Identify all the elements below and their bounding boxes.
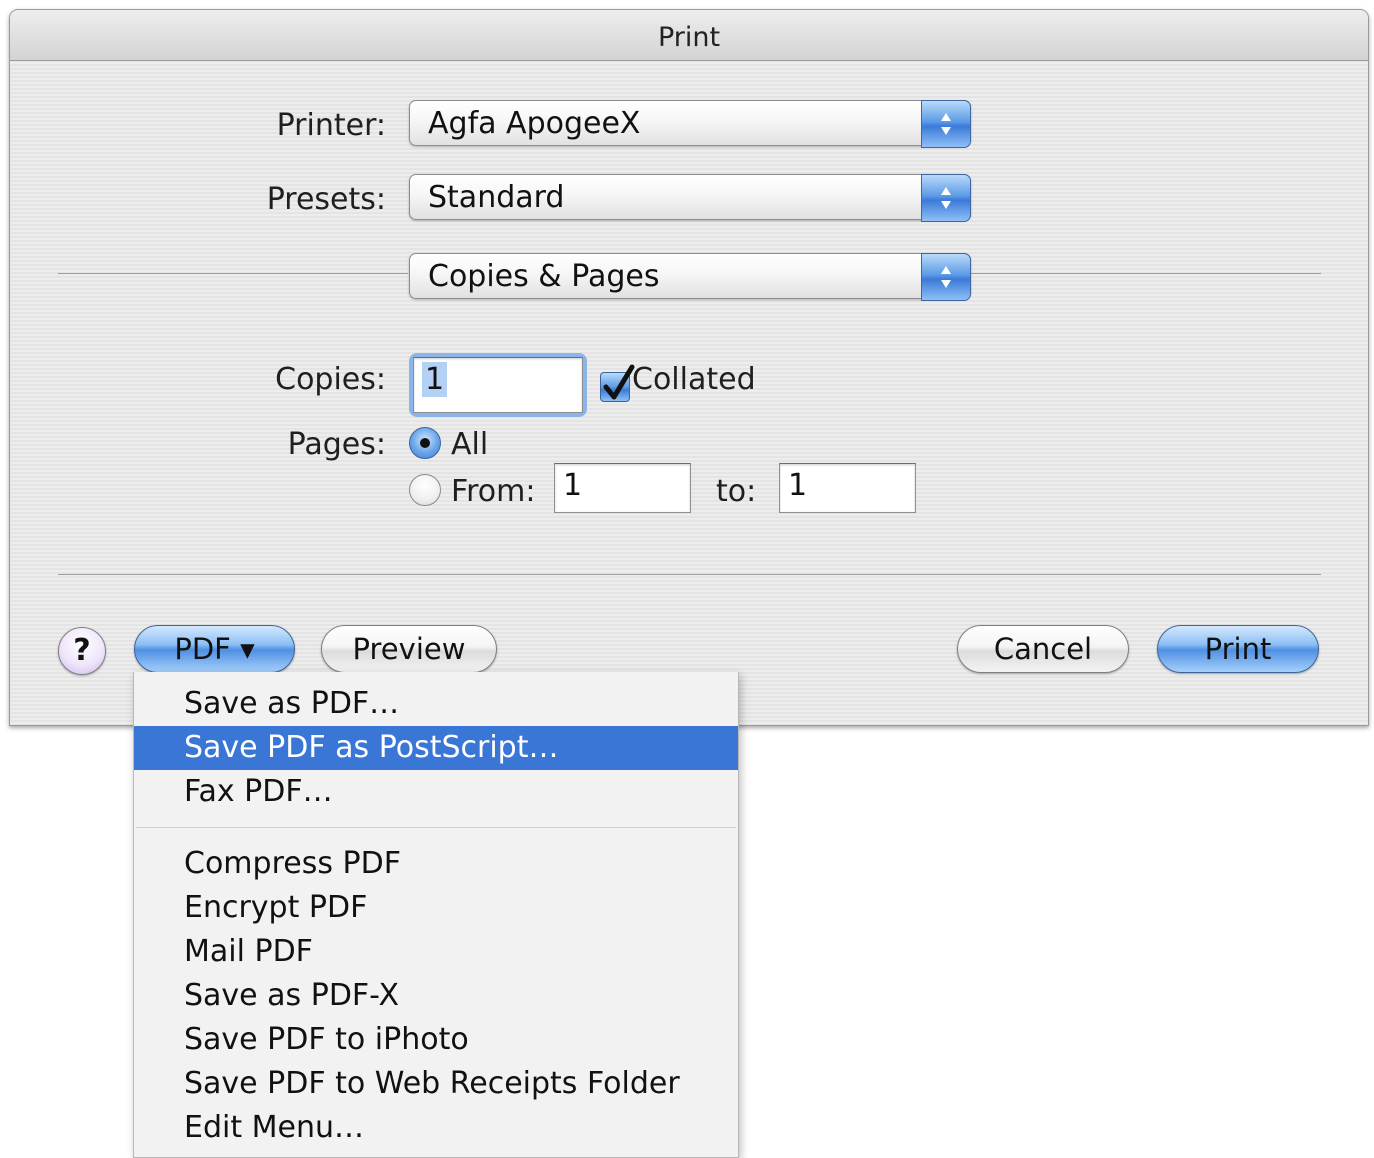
pdf-button[interactable]: PDF ▾ [134, 625, 295, 673]
presets-label: Presets: [266, 182, 386, 217]
copies-label: Copies: [275, 362, 386, 397]
menu-item-encrypt-pdf[interactable]: Encrypt PDF [134, 886, 738, 930]
print-button[interactable]: Print [1157, 625, 1319, 673]
printer-label: Printer: [276, 108, 386, 143]
pages-to-field[interactable]: 1 [779, 463, 916, 513]
printer-value: Agfa ApogeeX [428, 106, 641, 141]
panel-divider-right [971, 273, 1321, 274]
pages-all-radio[interactable] [409, 427, 441, 459]
window-title: Print [657, 22, 721, 53]
menu-item-fax-pdf[interactable]: Fax PDF… [134, 770, 738, 814]
pages-from-field[interactable]: 1 [554, 463, 691, 513]
bottom-divider [58, 574, 1321, 575]
collated-label: Collated [632, 362, 756, 397]
panel-popup[interactable]: Copies & Pages [409, 253, 971, 301]
popup-arrows-icon [921, 174, 971, 222]
panel-value: Copies & Pages [428, 259, 660, 294]
pages-from-label: From: [451, 474, 536, 509]
menu-item-compress-pdf[interactable]: Compress PDF [134, 842, 738, 886]
menu-item-save-pdf-to-iphoto[interactable]: Save PDF to iPhoto [134, 1018, 738, 1062]
menu-item-save-as-pdf-x[interactable]: Save as PDF-X [134, 974, 738, 1018]
presets-value: Standard [428, 180, 565, 215]
menu-separator [136, 827, 736, 828]
presets-popup[interactable]: Standard [409, 174, 971, 222]
pdf-menu: Save as PDF… Save PDF as PostScript… Fax… [133, 672, 739, 1158]
pages-from-radio[interactable] [409, 474, 441, 506]
help-button[interactable]: ? [58, 627, 106, 675]
menu-item-save-pdf-as-postscript[interactable]: Save PDF as PostScript… [134, 726, 738, 770]
collated-checkbox[interactable] [600, 364, 635, 402]
pages-to-label: to: [716, 474, 757, 509]
printer-popup[interactable]: Agfa ApogeeX [409, 100, 971, 148]
menu-item-save-pdf-to-web-receipts[interactable]: Save PDF to Web Receipts Folder [134, 1062, 738, 1106]
copies-field[interactable]: 1 [413, 357, 583, 413]
preview-button[interactable]: Preview [321, 625, 497, 673]
cancel-button[interactable]: Cancel [957, 625, 1129, 673]
copies-value: 1 [422, 362, 448, 397]
menu-item-mail-pdf[interactable]: Mail PDF [134, 930, 738, 974]
popup-arrows-icon [921, 253, 971, 301]
popup-arrows-icon [921, 100, 971, 148]
menu-item-save-as-pdf[interactable]: Save as PDF… [134, 682, 738, 726]
title-bar: Print [10, 10, 1368, 61]
print-dialog: Print Printer: Agfa ApogeeX Presets: Sta… [9, 9, 1369, 726]
panel-divider-left [58, 273, 408, 274]
pages-all-label: All [451, 427, 489, 462]
pages-label: Pages: [287, 427, 386, 462]
menu-item-edit-menu[interactable]: Edit Menu… [134, 1106, 738, 1150]
